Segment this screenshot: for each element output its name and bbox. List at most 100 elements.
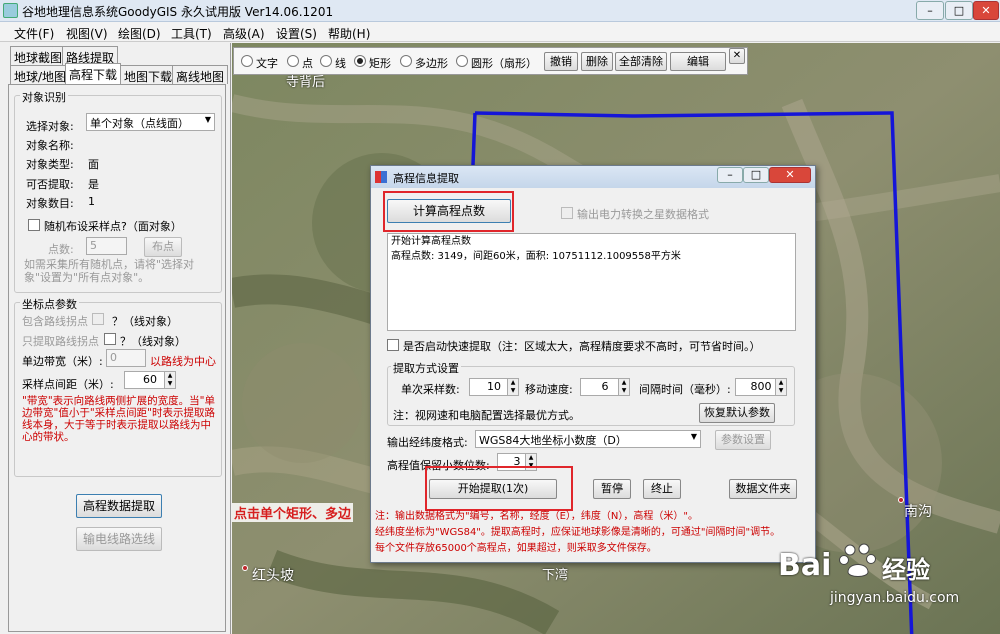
tab-earth-screenshot[interactable]: 地球截图	[10, 46, 67, 65]
spacing-label: 采样点间距（米）:	[22, 378, 114, 391]
pause-button[interactable]: 暂停	[593, 479, 631, 499]
random-hint: 如需采集所有随机点，请将"选择对象"设置为"所有点对象"。	[24, 258, 195, 284]
band-width-note: 以路线为中心	[150, 355, 216, 368]
radio-rectangle-label: 矩形	[369, 57, 391, 70]
tab-earth-map[interactable]: 地球/地图	[10, 65, 71, 84]
radio-circle[interactable]	[456, 55, 468, 67]
edit-button[interactable]: 编辑	[670, 52, 726, 71]
dialog-minimize-button[interactable]: –	[717, 167, 743, 183]
method-group-title: 提取方式设置	[391, 360, 461, 376]
menu-draw[interactable]: 绘图(D)	[118, 25, 161, 42]
close-button[interactable]: ✕	[973, 1, 999, 20]
menu-tools[interactable]: 工具(T)	[171, 25, 212, 42]
interval-input[interactable]: 800 ▲ ▼	[735, 378, 787, 396]
chevron-down-icon: ▼	[204, 115, 211, 124]
include-nodes-checkbox[interactable]	[92, 313, 104, 325]
fast-mode-checkbox[interactable]	[387, 339, 399, 351]
window-title: 谷地地理信息系统GoodyGIS 永久试用版 Ver14.06.1201	[22, 5, 334, 19]
method-note: 注：视网速和电脑配置选择最优方式。	[393, 409, 580, 422]
clear-all-button[interactable]: 全部清除	[615, 52, 667, 71]
radio-text-label: 文字	[256, 57, 278, 70]
radio-polygon[interactable]	[400, 55, 412, 67]
place-points-button[interactable]: 布点	[144, 237, 182, 257]
interval-value: 800	[750, 380, 772, 393]
map-place-label: 红头坡	[252, 568, 294, 584]
points-input[interactable]: 5	[86, 237, 127, 255]
param-settings-button[interactable]: 参数设置	[715, 430, 771, 450]
interval-label: 间隔时间（毫秒）:	[639, 383, 731, 396]
spinner-icon[interactable]: ▲ ▼	[164, 372, 175, 388]
delete-button[interactable]: 删除	[581, 52, 613, 71]
spinner-icon[interactable]: ▲ ▼	[507, 379, 518, 395]
baidu-jingyan-text: 经验	[882, 556, 930, 584]
tab-offline-map[interactable]: 离线地图	[172, 65, 229, 84]
single-sample-label: 单次采样数:	[401, 383, 460, 396]
restore-defaults-button[interactable]: 恢复默认参数	[699, 403, 775, 423]
spacing-input[interactable]: 60 ▲ ▼	[124, 371, 176, 389]
radio-circle-label: 圆形（扇形）	[471, 57, 537, 70]
only-nodes-label: 只提取路线拐点	[22, 335, 99, 348]
radio-line-label: 线	[335, 57, 346, 70]
dialog-maximize-button[interactable]: □	[743, 167, 769, 183]
chevron-down-icon: ▼	[690, 432, 697, 441]
menu-view[interactable]: 视图(V)	[66, 25, 108, 42]
format-dropdown[interactable]: WGS84大地坐标小数度（D） ▼	[475, 430, 701, 448]
fast-mode-label: 是否启动快速提取（注：区域太大，高程精度要求不高时，可节省时间。）	[403, 340, 761, 353]
tab-map-download[interactable]: 地图下载	[120, 65, 177, 84]
object-name-label: 对象名称:	[26, 139, 74, 152]
power-line-button[interactable]: 输电线路选线	[76, 527, 162, 551]
place-marker-icon	[242, 565, 248, 571]
band-width-label: 单边带宽（米）:	[22, 355, 103, 368]
select-object-label: 选择对象:	[26, 120, 74, 133]
only-nodes-checkbox[interactable]	[104, 333, 116, 345]
elevation-extract-button[interactable]: 高程数据提取	[76, 494, 162, 518]
watermark-url: jingyan.baidu.com	[830, 590, 960, 606]
move-speed-input[interactable]: 6 ▲ ▼	[580, 378, 630, 396]
power-format-checkbox[interactable]	[561, 207, 573, 219]
menu-file[interactable]: 文件(F)	[14, 25, 54, 42]
move-speed-value: 6	[601, 380, 609, 393]
tab-elevation-download[interactable]: 高程下载	[65, 63, 122, 84]
include-nodes-hint: ？（线对象）	[112, 315, 178, 328]
radio-line[interactable]	[320, 55, 332, 67]
band-width-value: 0	[110, 351, 117, 364]
object-group-title: 对象识别	[20, 89, 68, 105]
dialog-app-icon	[375, 171, 387, 183]
spinner-icon[interactable]: ▲ ▼	[775, 379, 786, 395]
random-points-label: 随机布设采样点?（面对象）	[44, 220, 182, 233]
band-width-input[interactable]: 0	[106, 349, 146, 367]
elevation-dialog: 高程信息提取 – □ ✕ 计算高程点数 输出电力转换之星数据格式 开始计算高程点…	[370, 165, 816, 563]
select-object-dropdown[interactable]: 单个对象（点线面） ▼	[86, 113, 215, 131]
object-count-label: 对象数目:	[26, 197, 74, 210]
spinner-icon[interactable]: ▲ ▼	[618, 379, 629, 395]
radio-text[interactable]	[241, 55, 253, 67]
random-points-checkbox[interactable]	[28, 219, 40, 231]
select-object-value: 单个对象（点线面）	[90, 117, 189, 130]
menu-help[interactable]: 帮助(H)	[328, 25, 370, 42]
radio-point-label: 点	[302, 57, 313, 70]
include-nodes-label: 包含路线拐点	[22, 315, 88, 328]
dialog-note: 经纬度坐标为"WGS84"。提取高程时，应保证地球影像是清晰的，可通过"间隔时间…	[375, 527, 781, 538]
toolbar-close-button[interactable]: ✕	[729, 48, 745, 64]
highlight-box	[383, 191, 514, 232]
stop-button[interactable]: 终止	[643, 479, 681, 499]
format-value: WGS84大地坐标小数度（D）	[479, 434, 627, 447]
spacing-value: 60	[143, 373, 157, 386]
dialog-title: 高程信息提取	[393, 172, 459, 185]
maximize-button[interactable]: □	[945, 1, 973, 20]
single-sample-input[interactable]: 10 ▲ ▼	[469, 378, 519, 396]
radio-point[interactable]	[287, 55, 299, 67]
log-textarea[interactable]: 开始计算高程点数 高程点数: 3149，间距60米，面积: 10751112.1…	[387, 233, 796, 331]
format-label: 输出经纬度格式:	[387, 436, 468, 449]
object-count-value: 1	[88, 195, 95, 208]
dialog-close-button[interactable]: ✕	[769, 167, 811, 183]
menu-settings[interactable]: 设置(S)	[276, 25, 317, 42]
minimize-button[interactable]: –	[916, 1, 944, 20]
data-folder-button[interactable]: 数据文件夹	[729, 479, 797, 499]
dialog-title-bar: 高程信息提取 – □ ✕	[371, 166, 815, 188]
radio-rectangle[interactable]	[354, 55, 366, 67]
highlight-box	[425, 466, 573, 511]
coord-group-title: 坐标点参数	[20, 296, 79, 312]
menu-advanced[interactable]: 高级(A)	[223, 25, 265, 42]
undo-button[interactable]: 撤销	[544, 52, 578, 71]
